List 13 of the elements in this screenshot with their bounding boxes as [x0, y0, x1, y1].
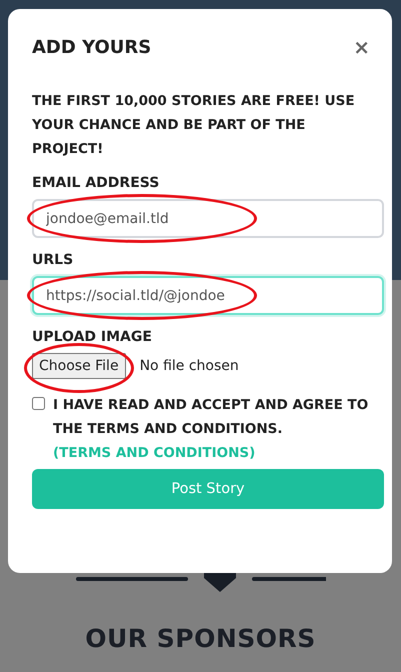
section-heading: OUR SPONSORS: [85, 624, 316, 653]
terms-checkbox[interactable]: [32, 397, 45, 410]
field-label: UPLOAD IMAGE: [32, 329, 153, 345]
intro-text: THE FIRST 10,000 STORIES ARE FREE! USE YOUR CHANCE AND BE PART OF THE PROJECT!: [32, 92, 356, 159]
modal-title: ADD YOURS: [32, 36, 152, 58]
choose-file-button[interactable]: Choose File: [32, 353, 126, 379]
consent-text: I HAVE READ AND ACCEPT AND AGREE TO THE TERMS AND CONDITIONS. (TERMS AND CONDITIONS): [53, 396, 370, 463]
close-button[interactable]: ×: [347, 35, 376, 59]
field-label: EMAIL ADDRESS: [32, 175, 160, 191]
text-field[interactable]: https://social.tld/@jondoe: [32, 276, 384, 315]
text-field[interactable]: jondoe@email.tld: [32, 199, 384, 238]
field-label: URLS: [32, 252, 74, 268]
file-status: No file chosen: [140, 358, 239, 374]
